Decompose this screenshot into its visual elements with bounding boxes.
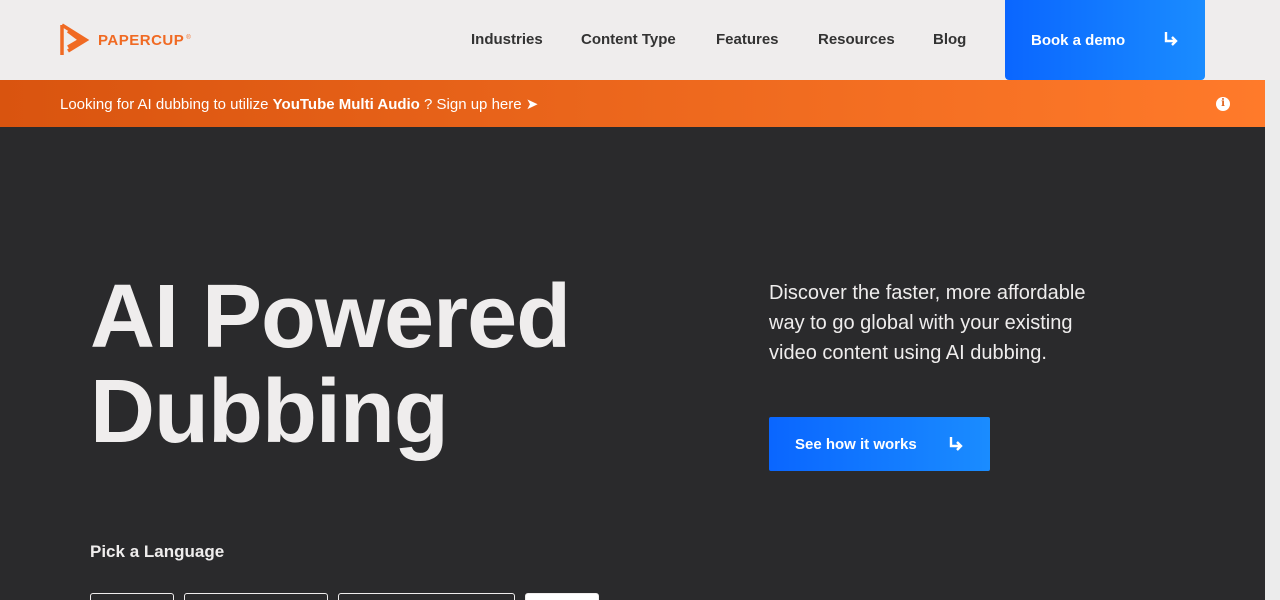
banner-prefix: Looking for AI dubbing to utilize bbox=[60, 96, 273, 113]
nav-blog[interactable]: Blog bbox=[933, 31, 966, 48]
book-demo-label: Book a demo bbox=[1031, 31, 1126, 49]
hero-description: Discover the faster, more affordable way… bbox=[769, 282, 1086, 364]
arrow-down-right-icon bbox=[949, 437, 963, 451]
logo-wordmark: PAPERCUP bbox=[98, 31, 185, 49]
hero-title-line1: AI Powered bbox=[90, 267, 571, 367]
arrow-down-right-icon bbox=[1164, 32, 1178, 46]
nav-resources[interactable]: Resources bbox=[818, 31, 895, 48]
pick-language-label: Pick a Language bbox=[90, 542, 225, 561]
language-option-4[interactable] bbox=[525, 593, 599, 600]
announcement-banner[interactable]: Looking for AI dubbing to utilize YouTub… bbox=[0, 80, 1265, 127]
banner-highlight: YouTube Multi Audio bbox=[272, 96, 420, 113]
hero-title-line2: Dubbing bbox=[90, 362, 449, 462]
site-header: PAPERCUP ® Industries Content Type Featu… bbox=[0, 0, 1280, 80]
book-demo-button[interactable]: Book a demo bbox=[1005, 0, 1205, 80]
page-scrollbar[interactable] bbox=[1265, 80, 1280, 600]
nav-industries[interactable]: Industries bbox=[471, 31, 543, 48]
see-how-it-works-button[interactable]: See how it works bbox=[769, 417, 990, 471]
nav-features[interactable]: Features bbox=[716, 31, 779, 48]
language-option-3[interactable] bbox=[338, 593, 515, 600]
banner-text: Looking for AI dubbing to utilize YouTub… bbox=[60, 95, 538, 113]
nav-content-type[interactable]: Content Type bbox=[581, 31, 676, 48]
language-option-2[interactable] bbox=[184, 593, 328, 600]
see-how-label: See how it works bbox=[795, 436, 917, 453]
banner-signup-link[interactable]: ? Sign up here ➤ bbox=[420, 96, 538, 113]
language-option-1[interactable] bbox=[90, 593, 174, 600]
papercup-logo-icon bbox=[60, 23, 90, 55]
papercup-logo[interactable]: PAPERCUP ® bbox=[60, 23, 191, 57]
hero-title: AI Powered Dubbing bbox=[90, 267, 571, 462]
info-icon[interactable]: i bbox=[1216, 97, 1230, 111]
logo-trademark: ® bbox=[186, 35, 191, 41]
